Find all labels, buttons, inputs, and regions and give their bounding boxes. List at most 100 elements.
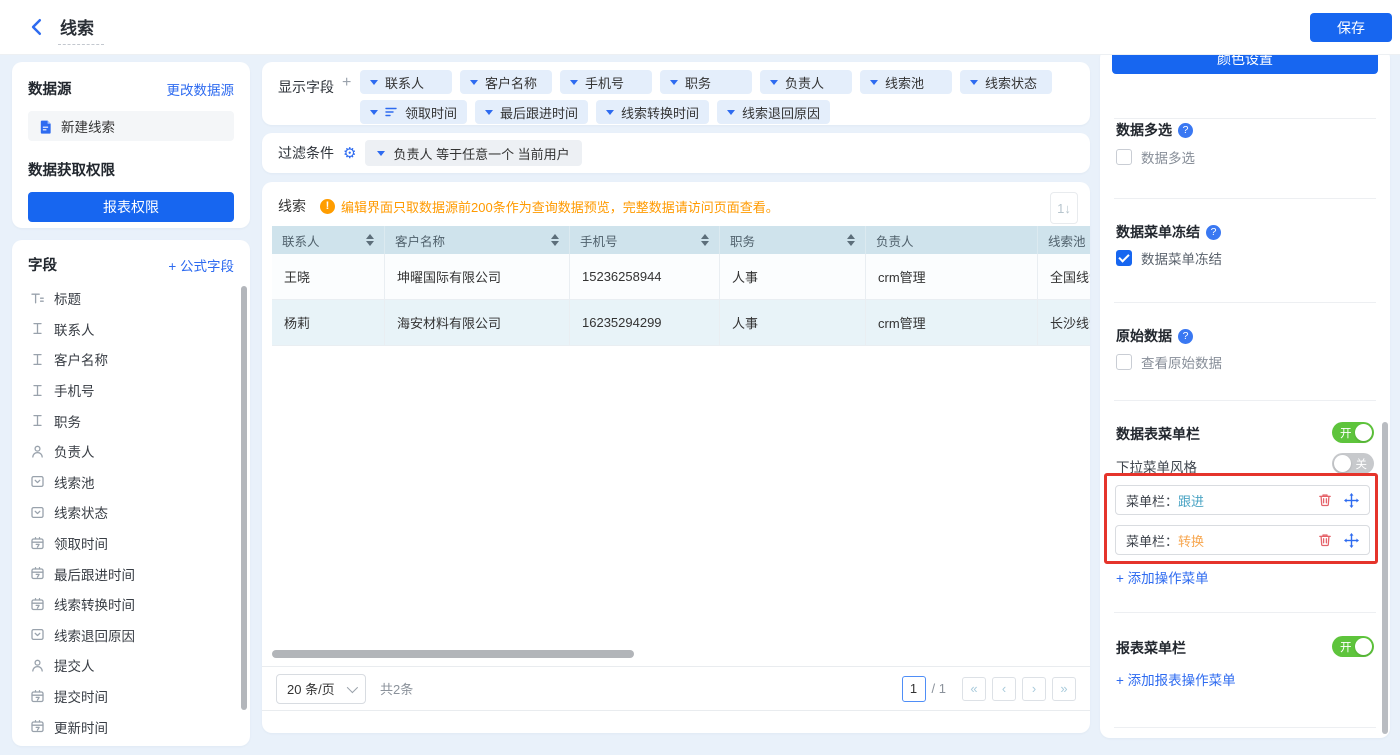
field-item[interactable]: 更新时间	[28, 711, 234, 742]
next-page-button[interactable]: ›	[1022, 677, 1046, 701]
field-label: 领取时间	[54, 533, 108, 553]
filter-panel: 过滤条件 ⚙ 负责人 等于任意一个 当前用户	[262, 133, 1090, 173]
move-icon[interactable]	[1344, 533, 1359, 548]
text-field-icon	[30, 413, 45, 428]
display-field-tags: 联系人客户名称手机号职务负责人线索池线索状态领取时间最后跟进时间线索转换时间线索…	[360, 70, 1076, 124]
table-row[interactable]: 杨莉海安材料有限公司16235294299人事crm管理长沙线索	[272, 300, 1090, 346]
help-icon[interactable]: ?	[1178, 329, 1193, 344]
report-menu-toggle[interactable]: 开	[1332, 636, 1374, 657]
display-field-tag[interactable]: 职务	[660, 70, 752, 94]
row-order-button[interactable]: 1↓	[1050, 192, 1078, 224]
field-item[interactable]: 联系人	[28, 314, 234, 345]
field-item[interactable]: 线索状态	[28, 497, 234, 528]
page-size-select[interactable]: 20 条/页	[276, 674, 366, 704]
action-menu-item[interactable]: 菜单栏：跟进	[1115, 485, 1370, 515]
table-cell: crm管理	[866, 300, 1038, 345]
filter-label: 过滤条件	[278, 143, 334, 163]
change-datasource-link[interactable]: 更改数据源	[167, 79, 235, 99]
sort-arrows-icon[interactable]	[366, 234, 374, 246]
add-action-menu-link[interactable]: + 添加操作菜单	[1116, 567, 1209, 587]
column-header[interactable]: 线索池	[1038, 226, 1090, 254]
field-label: 更新时间	[54, 717, 108, 737]
display-field-tag[interactable]: 领取时间	[360, 100, 467, 124]
display-field-tag[interactable]: 线索状态	[960, 70, 1052, 94]
first-page-button[interactable]: «	[962, 677, 986, 701]
field-label: 线索状态	[54, 502, 108, 522]
sort-arrows-icon[interactable]	[847, 234, 855, 246]
field-item[interactable]: 领取时间	[28, 528, 234, 559]
field-list: 标题联系人客户名称手机号职务负责人线索池线索状态领取时间最后跟进时间线索转换时间…	[28, 283, 234, 742]
field-item[interactable]: 线索退回原因	[28, 620, 234, 651]
display-field-tag[interactable]: 手机号	[560, 70, 652, 94]
field-item[interactable]: 标题	[28, 283, 234, 314]
chevron-down-icon	[347, 681, 358, 692]
report-permission-button[interactable]: 报表权限	[28, 192, 234, 222]
current-page-input[interactable]: 1	[902, 676, 926, 702]
warning-text: 编辑界面只取数据源前200条作为查询数据预览，完整数据请访问页面查看。	[341, 197, 779, 216]
table-cell: 人事	[720, 254, 866, 299]
column-label: 职务	[730, 231, 755, 250]
sort-arrows-icon[interactable]	[551, 234, 559, 246]
display-field-tag[interactable]: 负责人	[760, 70, 852, 94]
field-item[interactable]: 提交时间	[28, 681, 234, 712]
display-fields-label: 显示字段	[278, 77, 334, 97]
field-label: 负责人	[54, 441, 95, 461]
fields-scrollbar-thumb[interactable]	[241, 286, 247, 710]
report-menu-title: 报表菜单栏	[1116, 638, 1186, 658]
field-item[interactable]: 最后跟进时间	[28, 558, 234, 589]
column-header[interactable]: 负责人	[866, 226, 1038, 254]
field-item[interactable]: 线索转换时间	[28, 589, 234, 620]
column-header[interactable]: 手机号	[570, 226, 720, 254]
display-field-tag[interactable]: 最后跟进时间	[475, 100, 588, 124]
help-icon[interactable]: ?	[1178, 123, 1193, 138]
fields-panel: 字段 + 公式字段 标题联系人客户名称手机号职务负责人线索池线索状态领取时间最后…	[12, 240, 250, 746]
person-field-icon	[30, 658, 45, 673]
last-page-button[interactable]: »	[1052, 677, 1076, 701]
table-title: 线索	[278, 196, 306, 216]
field-item[interactable]: 提交人	[28, 650, 234, 681]
add-formula-field-link[interactable]: + 公式字段	[168, 255, 234, 275]
field-item[interactable]: 线索池	[28, 467, 234, 498]
table-cell: 16235294299	[570, 300, 720, 345]
display-field-tag[interactable]: 线索转换时间	[596, 100, 709, 124]
horizontal-scrollbar-thumb[interactable]	[272, 650, 634, 658]
add-report-action-menu-link[interactable]: + 添加报表操作菜单	[1116, 669, 1236, 689]
multi-select-checkbox[interactable]: 数据多选	[1116, 147, 1195, 167]
filter-condition-tag[interactable]: 负责人 等于任意一个 当前用户	[365, 140, 581, 166]
preview-table: 联系人客户名称手机号职务 负责人线索池 王晓坤曜国际有限公司15236258944…	[272, 226, 1090, 348]
add-display-field-button[interactable]: +	[342, 74, 351, 92]
display-field-tag[interactable]: 线索退回原因	[717, 100, 830, 124]
delete-icon[interactable]	[1318, 493, 1332, 507]
field-item[interactable]: 客户名称	[28, 344, 234, 375]
column-header[interactable]: 职务	[720, 226, 866, 254]
field-item[interactable]: 手机号	[28, 375, 234, 406]
field-item[interactable]: 负责人	[28, 436, 234, 467]
table-menu-toggle[interactable]: 开	[1332, 422, 1374, 443]
filter-settings-gear-icon[interactable]: ⚙	[343, 146, 356, 161]
dropdown-style-toggle[interactable]: 关	[1332, 453, 1374, 474]
display-field-tag[interactable]: 线索池	[860, 70, 952, 94]
save-button[interactable]: 保存	[1310, 13, 1392, 42]
text-field-icon	[30, 352, 45, 367]
move-icon[interactable]	[1344, 493, 1359, 508]
sort-arrows-icon[interactable]	[701, 234, 709, 246]
table-cell: 长沙线索	[1038, 300, 1090, 345]
raw-data-checkbox[interactable]: 查看原始数据	[1116, 352, 1222, 372]
delete-icon[interactable]	[1318, 533, 1332, 547]
select-field-icon	[30, 474, 45, 489]
menu-freeze-checkbox[interactable]: 数据菜单冻结	[1116, 248, 1222, 268]
page-title[interactable]: 线索	[58, 14, 104, 45]
help-icon[interactable]: ?	[1206, 225, 1221, 240]
checkbox-checked-icon	[1116, 250, 1132, 266]
prev-page-button[interactable]: ‹	[992, 677, 1016, 701]
action-menu-item[interactable]: 菜单栏：转换	[1115, 525, 1370, 555]
display-field-tag[interactable]: 联系人	[360, 70, 452, 94]
datasource-item[interactable]: 新建线索	[28, 111, 234, 141]
settings-scrollbar-thumb[interactable]	[1382, 422, 1388, 734]
table-row[interactable]: 王晓坤曜国际有限公司15236258944人事crm管理全国线索	[272, 254, 1090, 300]
back-icon[interactable]	[28, 18, 46, 36]
column-header[interactable]: 联系人	[272, 226, 385, 254]
column-header[interactable]: 客户名称	[385, 226, 570, 254]
display-field-tag[interactable]: 客户名称	[460, 70, 552, 94]
field-item[interactable]: 职务	[28, 405, 234, 436]
